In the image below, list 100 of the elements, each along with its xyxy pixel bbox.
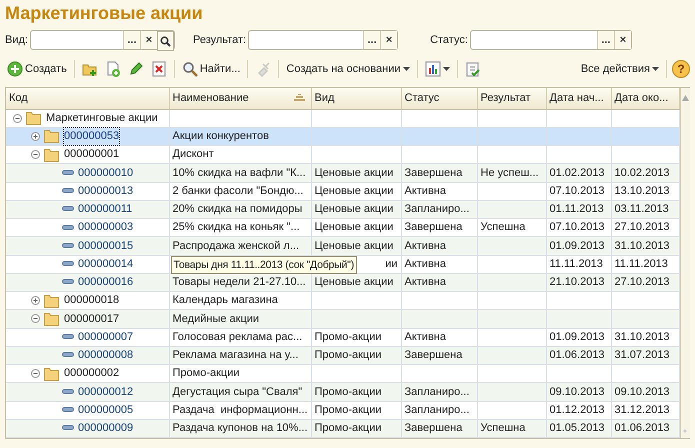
table-cell: Товары недели 21-27.10... xyxy=(169,273,311,292)
table-cell: 09.10.2013 xyxy=(546,382,611,401)
create-button[interactable]: Создать xyxy=(5,60,69,78)
table-row[interactable]: 000000015 Распродажа женской л... Ценовые акции Активна 01.09.2013 31.10.2013 xyxy=(6,236,679,255)
table-cell: Ценовые акции xyxy=(311,236,401,255)
plug-icon xyxy=(255,61,272,77)
clear-button[interactable]: × xyxy=(614,31,631,49)
table-cell xyxy=(477,346,546,364)
table-cell: Распродажа женской л... xyxy=(169,236,311,255)
table-cell: Промо-акции xyxy=(311,382,401,401)
table-cell: 10% скидка на вафли "К... xyxy=(169,164,311,182)
select-button[interactable]: ... xyxy=(122,31,140,49)
item-code: 000000011 xyxy=(78,202,132,218)
table-cell: Активна xyxy=(401,273,477,292)
search-icon xyxy=(160,36,171,47)
pencil-icon xyxy=(128,61,144,77)
collapse-button[interactable] xyxy=(31,150,40,160)
item-icon xyxy=(62,170,74,176)
clear-button[interactable]: × xyxy=(380,31,398,49)
table-row[interactable]: 000000053 Акции конкурентов xyxy=(6,127,679,146)
table-cell: Промо-акции xyxy=(311,401,401,420)
table-cell: 07.10.2013 xyxy=(546,182,611,200)
column-header[interactable]: Статус xyxy=(401,88,477,109)
collapse-button[interactable] xyxy=(31,314,40,324)
item-code: 000000014 xyxy=(78,256,134,272)
table-row[interactable]: 000000017 Медийные акции xyxy=(6,310,679,328)
table-cell: Голосовая реклама рас... xyxy=(169,328,311,346)
item-code: 000000015 xyxy=(78,238,134,254)
filter-field[interactable]: ... × xyxy=(470,30,632,50)
column-header[interactable]: Наименование xyxy=(169,88,311,109)
table-cell: Завершена xyxy=(401,346,477,364)
table-cell: 31.10.2013 xyxy=(611,236,679,255)
table-cell xyxy=(611,127,679,146)
caret-icon xyxy=(442,67,450,71)
table-cell: Медийные акции xyxy=(169,310,311,328)
table-cell: 27.10.2013 xyxy=(611,273,679,292)
table-cell: 01.06.2013 xyxy=(611,419,679,438)
group-name: 000000053 xyxy=(64,128,120,145)
table-cell xyxy=(477,255,546,274)
table-cell: Промо-акции xyxy=(311,346,401,364)
window-title: Маркетинговые акции xyxy=(5,2,204,25)
table-row[interactable]: Маркетинговые акции xyxy=(6,109,679,128)
field-label: Статус: xyxy=(430,32,468,48)
item-icon xyxy=(62,352,74,358)
table-row[interactable]: 000000016 Товары недели 21-27.10... Ценовые акции Активна 21.10.2013 27.10.2013 xyxy=(6,273,679,292)
collapse-button[interactable] xyxy=(31,369,40,378)
expand-button[interactable] xyxy=(31,132,40,141)
select-button[interactable]: ... xyxy=(596,31,614,49)
table-cell: Ценовые акции xyxy=(311,182,401,200)
checklist-icon xyxy=(464,61,480,77)
table-row[interactable]: 000000007 Голосовая реклама рас... Промо-акции Активна 01.09.2013 31.10.2013 xyxy=(6,328,679,346)
table-cell: 31.07.2013 xyxy=(611,346,679,364)
collapse-button[interactable] xyxy=(13,114,22,123)
bar-chart-icon xyxy=(424,61,440,77)
table-cell: Успешна xyxy=(477,419,546,438)
search-button[interactable] xyxy=(156,31,174,51)
column-header[interactable]: Вид xyxy=(311,88,401,109)
menu-button[interactable]: Создать на основании xyxy=(284,60,412,78)
table-row[interactable]: 000000011 20% скидка на помидоры Ценовые акции Запланиро... 01.11.2013 03.11.2013 xyxy=(6,200,679,218)
help-button[interactable]: ? xyxy=(672,60,690,78)
table-row[interactable]: 000000010 10% скидка на вафли "К... Ценовые акции Завершена Не успеш... 01.02.2013 10.02.2013 xyxy=(6,164,679,182)
column-header[interactable]: Дата нач... xyxy=(546,88,611,109)
table-row[interactable]: 000000014 Товары дня 11.11..2013 (сок "Добрый") ии Активна 11.11.2013 11.11.2013 xyxy=(6,255,679,274)
filter-field[interactable]: ... × xyxy=(248,30,398,50)
column-header[interactable]: Код xyxy=(6,88,169,109)
search-button[interactable]: Найти... xyxy=(180,60,242,78)
table-row[interactable]: 000000013 2 банки фасоли "Бондю... Ценовые акции Активна 07.10.2013 13.10.2013 xyxy=(6,182,679,200)
clear-button[interactable]: × xyxy=(140,31,157,49)
table-cell: Ценовые акции xyxy=(311,200,401,218)
chart-menu-button[interactable] xyxy=(422,60,452,78)
select-button[interactable]: ... xyxy=(363,31,380,49)
search-icon xyxy=(182,61,198,77)
item-icon xyxy=(62,407,74,414)
item-code: 000000016 xyxy=(78,275,134,290)
group-name: 000000001 xyxy=(64,147,120,162)
expand-button[interactable] xyxy=(31,296,40,306)
item-icon xyxy=(62,242,74,249)
table-cell: Не успеш... xyxy=(477,164,546,182)
table-cell: Промо-акции xyxy=(311,328,401,346)
table-cell: 01.05.2013 xyxy=(546,419,611,438)
column-header[interactable]: Дата око... xyxy=(611,88,679,109)
table-row[interactable]: 000000008 Реклама магазина на у... Промо-акции Завершена 01.06.2013 31.07.2013 xyxy=(6,346,679,364)
item-icon xyxy=(62,224,74,231)
filter-field[interactable]: ... × xyxy=(30,30,175,50)
table-row[interactable]: 000000005 Раздача информационн... Промо-акции Запланиро... 01.12.2013 31.12.2013 xyxy=(6,401,679,420)
item-icon xyxy=(62,206,74,212)
scrollbar[interactable] xyxy=(680,88,690,438)
table-cell xyxy=(477,109,546,128)
column-header[interactable]: Результат xyxy=(477,88,546,109)
table-row[interactable]: 000000012 Дегустация сыра "Сваля" Промо-акции Запланиро... 09.10.2013 09.10.2013 xyxy=(6,382,679,401)
table-cell: Активна xyxy=(401,255,477,274)
table-cell xyxy=(546,127,611,146)
table-cell xyxy=(546,109,611,128)
table-row[interactable]: 000000009 Раздача купонов на 10%... Промо-акции Завершена Успешна 01.05.2013 01.06.2013 xyxy=(6,419,679,438)
table-cell: Активна xyxy=(401,182,477,200)
menu-button[interactable]: Все действия xyxy=(578,60,661,78)
folder-icon xyxy=(44,129,60,144)
table-cell: Запланиро... xyxy=(401,200,477,218)
item-code: 000000010 xyxy=(78,166,134,181)
table-cell: Акции конкурентов xyxy=(169,127,311,146)
